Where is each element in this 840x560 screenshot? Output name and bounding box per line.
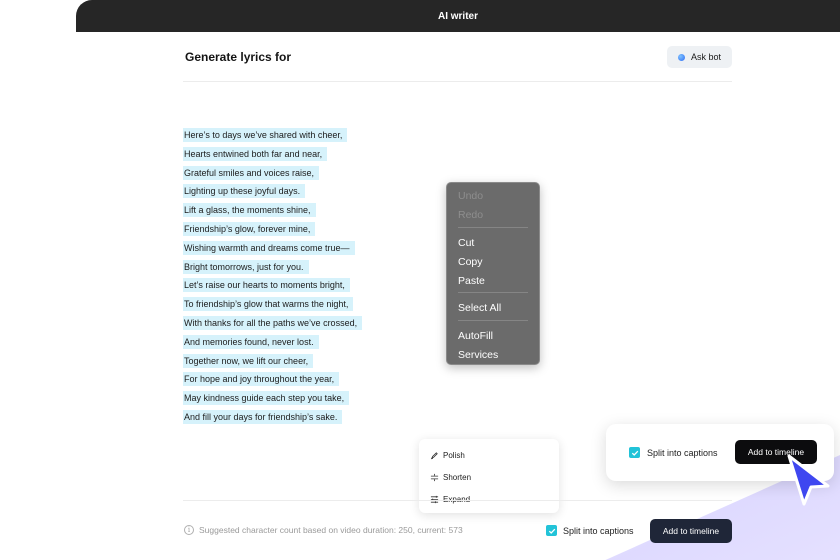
menu-item-copy[interactable]: Copy (447, 253, 539, 272)
page-title: Generate lyrics for (185, 50, 292, 64)
lyric-line-text: Wishing warmth and dreams come true— (183, 240, 355, 255)
lyric-line: Together now, we lift our cheer, (183, 352, 362, 371)
character-count-hint: i Suggested character count based on vid… (184, 525, 463, 535)
checkbox-checked-icon[interactable] (629, 447, 640, 458)
lyric-line: Lift a glass, the moments shine, (183, 201, 362, 220)
shorten-option[interactable]: Shorten (419, 466, 559, 488)
callout-split-captions-label: Split into captions (647, 447, 718, 458)
lyric-line-text: Bright tomorrows, just for you. (183, 259, 309, 274)
shorten-icon (430, 473, 439, 481)
header-divider (183, 81, 732, 82)
lyric-line-text: Here’s to days we’ve shared with cheer, (183, 128, 348, 142)
brush-icon (430, 451, 438, 459)
pointer-cursor-icon (787, 454, 830, 506)
menu-item-autofill[interactable]: AutoFill (447, 327, 539, 346)
callout-split-captions-toggle[interactable]: Split into captions (629, 447, 718, 458)
title-bar: AI writer (76, 0, 840, 32)
menu-item-undo[interactable]: Undo (447, 187, 539, 206)
lyric-line: Hearts entwined both far and near, (183, 145, 362, 164)
hint-text: Suggested character count based on video… (199, 525, 463, 535)
menu-item-services[interactable]: Services (447, 346, 539, 365)
shorten-label: Shorten (443, 472, 472, 482)
ai-writer-app: AI writer Generate lyrics for Ask bot He… (0, 0, 840, 560)
lyric-line-text: And memories found, never lost. (183, 334, 319, 349)
lyric-line: Friendship’s glow, forever mine, (183, 220, 362, 239)
context-menu: Undo Redo Cut Copy Paste Select All Auto… (446, 182, 540, 365)
footer-divider (183, 500, 732, 501)
lyric-line: Let’s raise our hearts to moments bright… (183, 276, 362, 295)
menu-item-paste[interactable]: Paste (447, 272, 539, 291)
lyric-line-text: Together now, we lift our cheer, (183, 353, 314, 368)
expand-label: Expand (443, 494, 471, 504)
lyric-line: Lighting up these joyful days. (183, 182, 362, 201)
lyric-line: May kindness guide each step you take, (183, 389, 362, 408)
lyric-line-text: Friendship’s glow, forever mine, (183, 221, 316, 236)
menu-separator (458, 227, 528, 229)
lyrics-text-area[interactable]: Here’s to days we’ve shared with cheer, H… (183, 126, 363, 427)
menu-item-cut[interactable]: Cut (447, 234, 539, 253)
lyric-line-text: Lighting up these joyful days. (183, 184, 306, 199)
lyric-line: And fill your days for friendship’s sake… (183, 408, 362, 427)
lyric-line-text: To friendship’s glow that warms the nigh… (183, 297, 354, 312)
lyric-line: Wishing warmth and dreams come true— (183, 239, 362, 258)
expand-icon (430, 495, 439, 503)
split-captions-toggle[interactable]: Split into captions (546, 525, 634, 536)
menu-item-redo[interactable]: Redo (447, 206, 539, 225)
lyric-line: For hope and joy throughout the year, (183, 370, 362, 389)
info-icon: i (184, 525, 194, 535)
add-to-timeline-button[interactable]: Add to timeline (650, 519, 732, 543)
menu-separator (458, 320, 528, 322)
lyric-line: Here’s to days we’ve shared with cheer, (183, 126, 362, 145)
lyric-line-text: For hope and joy throughout the year, (183, 372, 340, 387)
checkbox-checked-icon[interactable] (546, 525, 557, 536)
polish-option[interactable]: Polish (419, 444, 559, 466)
lyric-line-text: May kindness guide each step you take, (183, 391, 350, 406)
ask-bot-label: Ask bot (690, 52, 721, 62)
lyric-line: And memories found, never lost. (183, 333, 362, 352)
lyric-line-text: Let’s raise our hearts to moments bright… (183, 278, 350, 293)
lyric-line-text: Grateful smiles and voices raise, (183, 165, 320, 180)
lyric-line: To friendship’s glow that warms the nigh… (183, 295, 362, 314)
lyric-line-text: With thanks for all the paths we’ve cros… (183, 315, 363, 330)
ask-bot-button[interactable]: Ask bot (667, 46, 732, 68)
window-title: AI writer (437, 10, 478, 22)
menu-item-select-all[interactable]: Select All (447, 299, 539, 318)
lyric-line-text: And fill your days for friendship’s sake… (183, 409, 343, 424)
lyric-line: With thanks for all the paths we’ve cros… (183, 314, 363, 333)
rewrite-menu: Polish Shorten Expand (419, 439, 559, 513)
lyric-line-text: Hearts entwined both far and near, (183, 146, 328, 161)
polish-label: Polish (443, 450, 465, 460)
lyric-line: Grateful smiles and voices raise, (183, 164, 362, 183)
lyric-line-text: Lift a glass, the moments shine, (183, 203, 316, 218)
expand-option[interactable]: Expand (419, 488, 559, 510)
lyric-line: Bright tomorrows, just for you. (183, 258, 362, 277)
split-captions-label: Split into captions (563, 525, 634, 536)
bot-icon (677, 53, 685, 61)
menu-separator (458, 292, 528, 294)
